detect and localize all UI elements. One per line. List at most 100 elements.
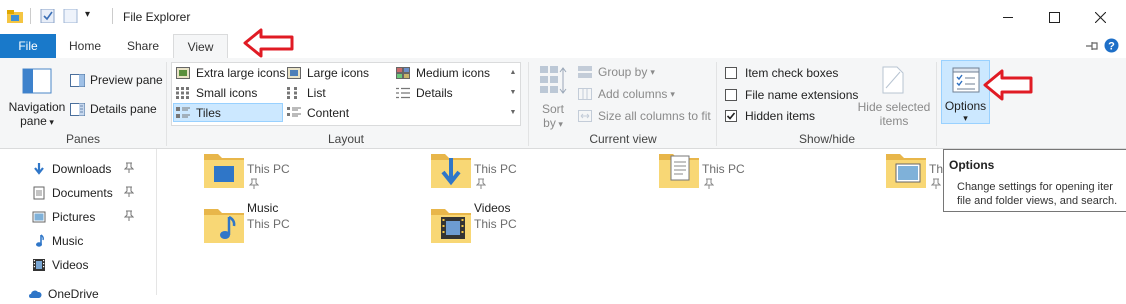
pin-icon xyxy=(475,178,487,193)
layout-content[interactable]: Content xyxy=(287,105,349,121)
layout-extra-large-icons[interactable]: Extra large icons xyxy=(176,65,285,81)
nav-item-downloads[interactable]: Downloads xyxy=(32,159,142,179)
nav-item-music[interactable]: Music xyxy=(32,231,142,251)
folder-tile-location: Th xyxy=(929,162,944,176)
preview-pane-button[interactable]: Preview pane xyxy=(70,72,163,88)
sort-label: Sort xyxy=(541,102,564,116)
folder-tile[interactable]: Videos This PC xyxy=(429,199,629,249)
group-by-label: Group by xyxy=(598,65,648,79)
file-name-extensions-toggle[interactable]: File name extensions xyxy=(725,87,858,103)
scroll-down-icon[interactable]: ▼ xyxy=(507,83,519,103)
nav-item-onedrive[interactable]: OneDrive xyxy=(28,284,138,304)
folder-tile-location: This PC xyxy=(702,162,745,176)
folder-tile[interactable]: This PC xyxy=(657,144,857,194)
pictures-icon xyxy=(32,210,46,224)
content-icon xyxy=(287,107,301,117)
close-icon xyxy=(1094,11,1106,23)
details-pane-icon xyxy=(70,102,85,116)
file-name-extensions-label: File name extensions xyxy=(745,88,859,102)
hidden-items-checkbox[interactable] xyxy=(725,110,737,122)
ribbon-separator xyxy=(716,62,717,146)
folder-tile[interactable]: Music This PC xyxy=(202,199,402,249)
nav-item-pictures[interactable]: Pictures xyxy=(32,207,142,227)
document-icon xyxy=(32,186,46,200)
tab-share[interactable]: Share xyxy=(118,34,168,58)
scroll-up-icon[interactable]: ▲ xyxy=(507,63,519,83)
pin-icon xyxy=(930,178,942,193)
item-check-boxes-toggle[interactable]: Item check boxes xyxy=(725,65,838,81)
details-icon xyxy=(396,87,410,99)
extra-large-icons-icon xyxy=(176,67,190,79)
options-dropdown-chevron-icon[interactable]: ▾ xyxy=(942,113,989,124)
pictures-folder-icon xyxy=(884,146,928,193)
item-check-boxes-checkbox[interactable] xyxy=(725,67,737,79)
folder-tile-location: This PC xyxy=(474,162,517,176)
folder-tile[interactable]: This PC xyxy=(202,144,402,194)
nav-item-label: Videos xyxy=(52,258,89,272)
nav-item-videos[interactable]: Videos xyxy=(32,255,142,275)
customize-toolbar-chevron-icon[interactable]: ▾ xyxy=(85,9,90,20)
layout-medium-icons[interactable]: Medium icons xyxy=(396,65,490,81)
download-arrow-icon xyxy=(32,162,46,176)
minimize-icon xyxy=(1003,16,1013,18)
current-view-group: Sort by ▾ Group by ▾ Add columns ▾ Size al… xyxy=(530,58,716,148)
extra-large-icons-label: Extra large icons xyxy=(196,66,286,80)
cloud-icon xyxy=(28,287,42,301)
tiles-icon xyxy=(176,107,190,118)
layout-tiles[interactable]: Tiles xyxy=(176,105,221,121)
minimize-button[interactable] xyxy=(985,0,1031,34)
folder-options-icon xyxy=(952,67,980,93)
separator xyxy=(30,8,31,24)
preview-pane-label: Preview pane xyxy=(90,73,163,87)
desktop-folder-icon xyxy=(202,146,246,193)
expand-gallery-icon[interactable]: ▼ xyxy=(507,103,519,123)
group-by-button[interactable]: Group by ▾ xyxy=(578,64,655,80)
layout-small-icons[interactable]: Small icons xyxy=(176,85,257,101)
tooltip-title: Options xyxy=(949,158,995,172)
layout-details[interactable]: Details xyxy=(396,85,453,101)
documents-folder-icon xyxy=(657,146,701,193)
pin-icon xyxy=(123,186,135,201)
maximize-button[interactable] xyxy=(1031,0,1077,34)
tab-file[interactable]: File xyxy=(0,34,56,58)
details-label: Details xyxy=(416,86,453,100)
add-columns-label: Add columns xyxy=(598,87,668,101)
size-all-columns-button[interactable]: Size all columns to fit xyxy=(578,108,711,124)
add-columns-button[interactable]: Add columns ▾ xyxy=(578,86,675,102)
tab-view[interactable]: View xyxy=(173,34,228,59)
help-icon[interactable]: ? xyxy=(1104,38,1119,53)
svg-text:?: ? xyxy=(1108,41,1115,53)
hide-selected-label: Hide selected xyxy=(857,100,931,114)
navigation-pane-icon xyxy=(22,68,52,94)
sort-by-button[interactable]: Sort by ▾ xyxy=(536,62,570,130)
properties-icon[interactable] xyxy=(40,9,56,23)
ribbon-tab-row: File Home Share View ? xyxy=(0,34,1126,59)
new-folder-icon[interactable] xyxy=(63,9,79,23)
nav-item-label: Documents xyxy=(52,186,113,200)
music-folder-icon xyxy=(202,201,246,248)
navigation-pane-button[interactable]: Navigation pane ▾ xyxy=(8,62,66,128)
folder-tile[interactable]: This PC xyxy=(429,144,629,194)
hidden-items-toggle[interactable]: Hidden items xyxy=(725,108,815,124)
pin-ribbon-icon[interactable] xyxy=(1085,40,1099,52)
folder-tile-name: Videos xyxy=(474,201,511,215)
options-tooltip: Options Change settings for opening iter… xyxy=(943,149,1126,212)
hidden-items-label: Hidden items xyxy=(745,109,816,123)
downloads-folder-icon xyxy=(429,146,473,193)
nav-item-documents[interactable]: Documents xyxy=(32,183,142,203)
details-pane-button[interactable]: Details pane xyxy=(70,101,157,117)
layout-list[interactable]: List xyxy=(287,85,326,101)
nav-item-label: Music xyxy=(52,234,84,248)
sort-label-2: by ▾ xyxy=(543,116,563,130)
folder-tile-location: This PC xyxy=(247,162,290,176)
layout-large-icons[interactable]: Large icons xyxy=(287,65,369,81)
tab-home[interactable]: Home xyxy=(60,34,110,58)
size-all-columns-label: Size all columns to fit xyxy=(598,109,711,123)
file-name-extensions-checkbox[interactable] xyxy=(725,89,737,101)
layout-gallery-scroll[interactable]: ▲ ▼ ▼ xyxy=(507,63,519,123)
close-button[interactable] xyxy=(1077,0,1123,34)
size-columns-icon xyxy=(578,110,592,122)
pin-icon xyxy=(123,210,135,225)
title-bar: ▾ File Explorer xyxy=(0,0,1126,34)
hide-selected-items-button[interactable]: Hide selected items xyxy=(856,62,932,128)
